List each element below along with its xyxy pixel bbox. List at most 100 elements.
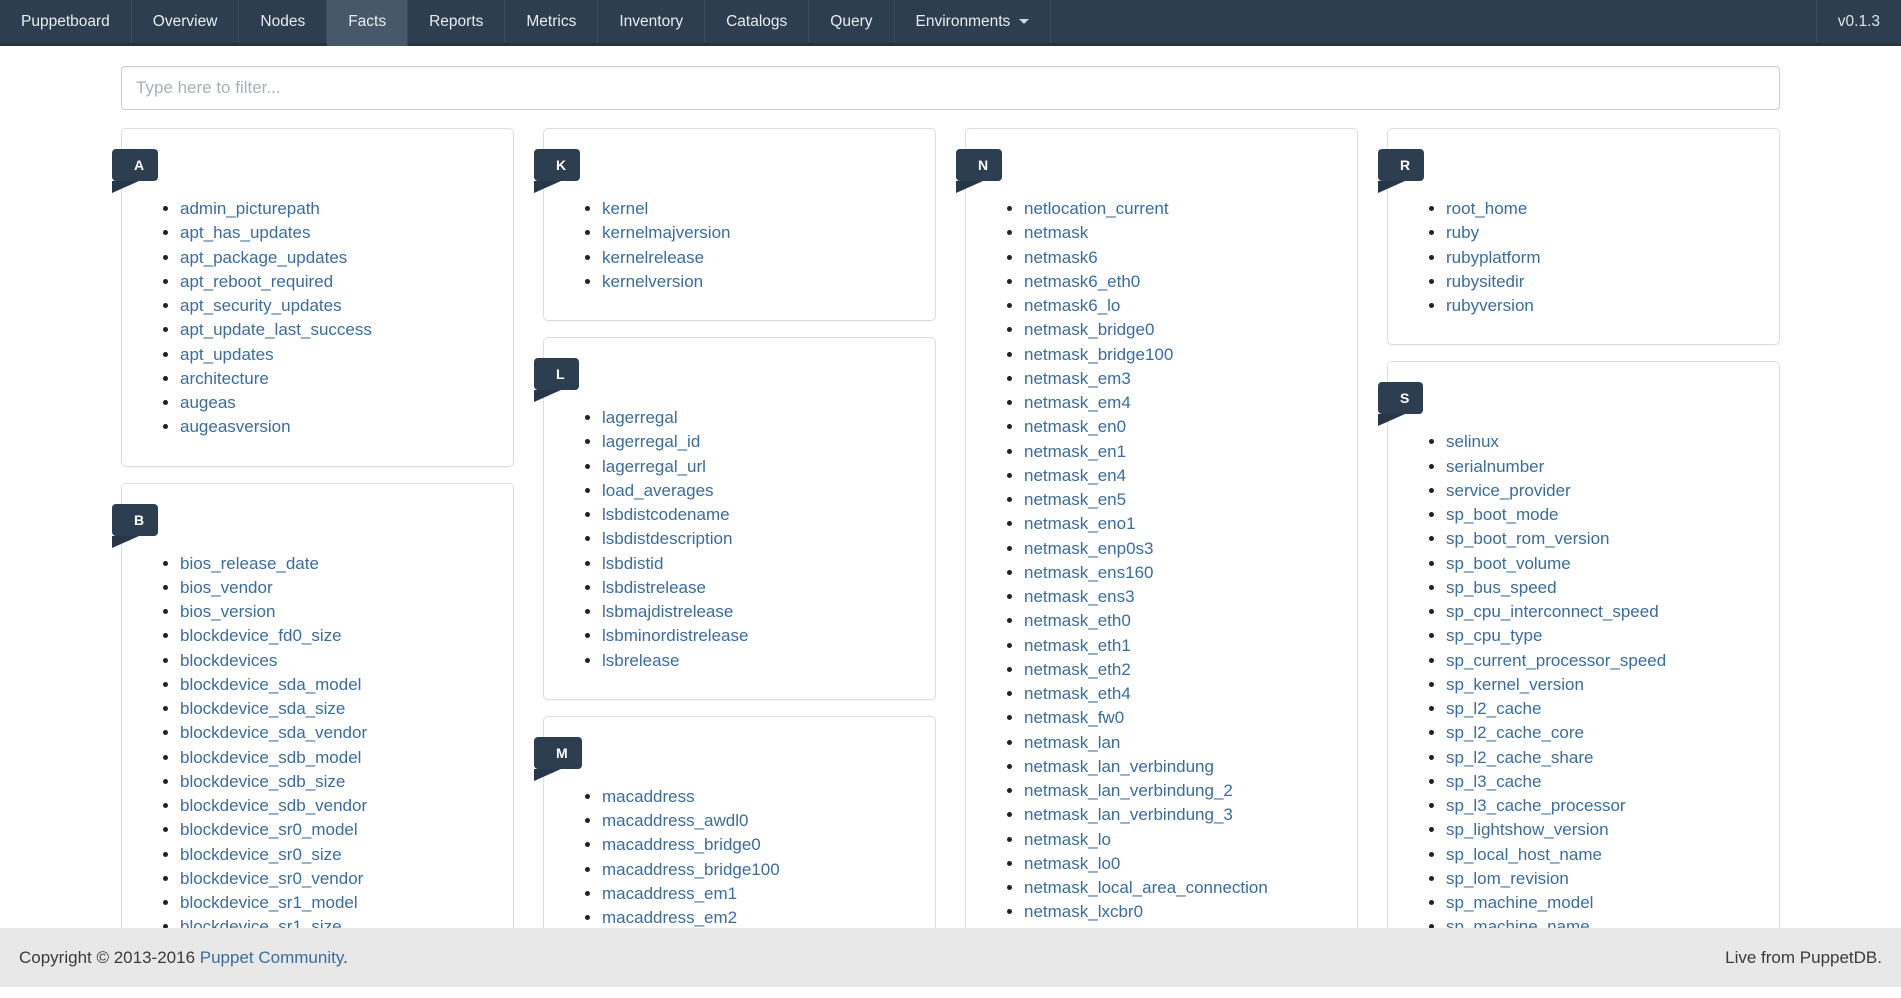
fact-link[interactable]: sp_l3_cache [1446,772,1541,791]
nav-item-inventory[interactable]: Inventory [598,0,705,46]
fact-link[interactable]: netmask6_lo [1024,296,1120,315]
fact-link[interactable]: rubyplatform [1446,248,1540,267]
fact-link[interactable]: root_home [1446,199,1527,218]
fact-link[interactable]: netmask_lan [1024,733,1120,752]
fact-link[interactable]: kernelmajversion [602,223,731,242]
fact-link[interactable]: kernel [602,199,648,218]
fact-link[interactable]: apt_package_updates [180,248,347,267]
fact-link[interactable]: blockdevice_sdb_model [180,748,361,767]
fact-link[interactable]: netmask6 [1024,248,1098,267]
fact-link[interactable]: kernelrelease [602,248,704,267]
fact-link[interactable]: sp_current_processor_speed [1446,651,1666,670]
fact-link[interactable]: netmask_en1 [1024,442,1126,461]
nav-item-query[interactable]: Query [809,0,894,46]
fact-link[interactable]: blockdevice_sdb_size [180,772,345,791]
puppet-community-link[interactable]: Puppet Community [200,948,343,967]
fact-link[interactable]: netmask_enp0s3 [1024,539,1153,558]
fact-link[interactable]: load_averages [602,481,714,500]
fact-link[interactable]: sp_l2_cache_core [1446,723,1584,742]
filter-input[interactable] [121,66,1780,110]
fact-link[interactable]: sp_lom_revision [1446,869,1569,888]
fact-link[interactable]: bios_version [180,602,275,621]
fact-link[interactable]: netmask_en0 [1024,417,1126,436]
fact-link[interactable]: lsbrelease [602,651,680,670]
fact-link[interactable]: sp_lightshow_version [1446,820,1609,839]
fact-link[interactable]: blockdevice_sr0_vendor [180,869,363,888]
fact-link[interactable]: blockdevice_sda_vendor [180,723,367,742]
fact-link[interactable]: blockdevice_sdb_vendor [180,796,367,815]
fact-link[interactable]: netmask_lan_verbindung [1024,757,1214,776]
fact-link[interactable]: netmask_lo0 [1024,854,1120,873]
fact-link[interactable]: bios_release_date [180,554,319,573]
nav-item-metrics[interactable]: Metrics [505,0,598,46]
fact-link[interactable]: macaddress_em1 [602,884,737,903]
fact-link[interactable]: macaddress_bridge100 [602,860,780,879]
fact-link[interactable]: rubyversion [1446,296,1534,315]
fact-link[interactable]: macaddress_awdl0 [602,811,748,830]
fact-link[interactable]: lagerregal [602,408,678,427]
fact-link[interactable]: netmask_bridge0 [1024,320,1154,339]
fact-link[interactable]: admin_picturepath [180,199,320,218]
fact-link[interactable]: blockdevice_sr1_model [180,893,358,912]
fact-link[interactable]: lagerregal_id [602,432,700,451]
fact-link[interactable]: apt_update_last_success [180,320,372,339]
fact-link[interactable]: netmask_ens160 [1024,563,1153,582]
fact-link[interactable]: lsbmajdistrelease [602,602,733,621]
fact-link[interactable]: apt_reboot_required [180,272,333,291]
fact-link[interactable]: sp_cpu_interconnect_speed [1446,602,1659,621]
fact-link[interactable]: augeasversion [180,417,291,436]
fact-link[interactable]: netmask [1024,223,1088,242]
fact-link[interactable]: netmask6_eth0 [1024,272,1140,291]
fact-link[interactable]: sp_machine_model [1446,893,1593,912]
fact-link[interactable]: blockdevice_sr0_size [180,845,342,864]
fact-link[interactable]: sp_boot_rom_version [1446,529,1609,548]
fact-link[interactable]: netmask_bridge100 [1024,345,1173,364]
fact-link[interactable]: macaddress_bridge0 [602,835,761,854]
nav-item-environments[interactable]: Environments [895,0,1052,46]
fact-link[interactable]: sp_bus_speed [1446,578,1557,597]
fact-link[interactable]: sp_boot_mode [1446,505,1558,524]
fact-link[interactable]: kernelversion [602,272,703,291]
nav-item-catalogs[interactable]: Catalogs [705,0,809,46]
fact-link[interactable]: lsbdistid [602,554,663,573]
fact-link[interactable]: netmask_lo [1024,830,1111,849]
fact-link[interactable]: netmask_fw0 [1024,708,1124,727]
fact-link[interactable]: sp_l3_cache_processor [1446,796,1626,815]
fact-link[interactable]: netmask_en5 [1024,490,1126,509]
fact-link[interactable]: macaddress [602,787,695,806]
nav-item-facts[interactable]: Facts [327,0,408,46]
fact-link[interactable]: apt_security_updates [180,296,342,315]
fact-link[interactable]: netmask_eth1 [1024,636,1131,655]
fact-link[interactable]: sp_local_host_name [1446,845,1602,864]
fact-link[interactable]: lsbminordistrelease [602,626,748,645]
navbar-brand[interactable]: Puppetboard [0,0,132,46]
fact-link[interactable]: selinux [1446,432,1499,451]
fact-link[interactable]: netmask_en4 [1024,466,1126,485]
fact-link[interactable]: netmask_em4 [1024,393,1131,412]
fact-link[interactable]: service_provider [1446,481,1571,500]
fact-link[interactable]: architecture [180,369,269,388]
fact-link[interactable]: sp_l2_cache_share [1446,748,1593,767]
nav-item-reports[interactable]: Reports [408,0,505,46]
fact-link[interactable]: netmask_eth2 [1024,660,1131,679]
fact-link[interactable]: blockdevice_sda_size [180,699,345,718]
fact-link[interactable]: sp_l2_cache [1446,699,1541,718]
fact-link[interactable]: ruby [1446,223,1479,242]
fact-link[interactable]: blockdevice_fd0_size [180,626,342,645]
fact-link[interactable]: rubysitedir [1446,272,1524,291]
fact-link[interactable]: netmask_lan_verbindung_3 [1024,805,1233,824]
fact-link[interactable]: lagerregal_url [602,457,706,476]
fact-link[interactable]: serialnumber [1446,457,1544,476]
fact-link[interactable]: blockdevice_sr0_model [180,820,358,839]
fact-link[interactable]: netmask_eth0 [1024,611,1131,630]
fact-link[interactable]: blockdevices [180,651,277,670]
fact-link[interactable]: netmask_lxcbr0 [1024,902,1143,921]
fact-link[interactable]: apt_updates [180,345,274,364]
nav-item-overview[interactable]: Overview [132,0,240,46]
fact-link[interactable]: netmask_local_area_connection [1024,878,1268,897]
fact-link[interactable]: apt_has_updates [180,223,310,242]
fact-link[interactable]: sp_boot_volume [1446,554,1571,573]
fact-link[interactable]: sp_kernel_version [1446,675,1584,694]
fact-link[interactable]: netmask_lan_verbindung_2 [1024,781,1233,800]
fact-link[interactable]: bios_vendor [180,578,273,597]
